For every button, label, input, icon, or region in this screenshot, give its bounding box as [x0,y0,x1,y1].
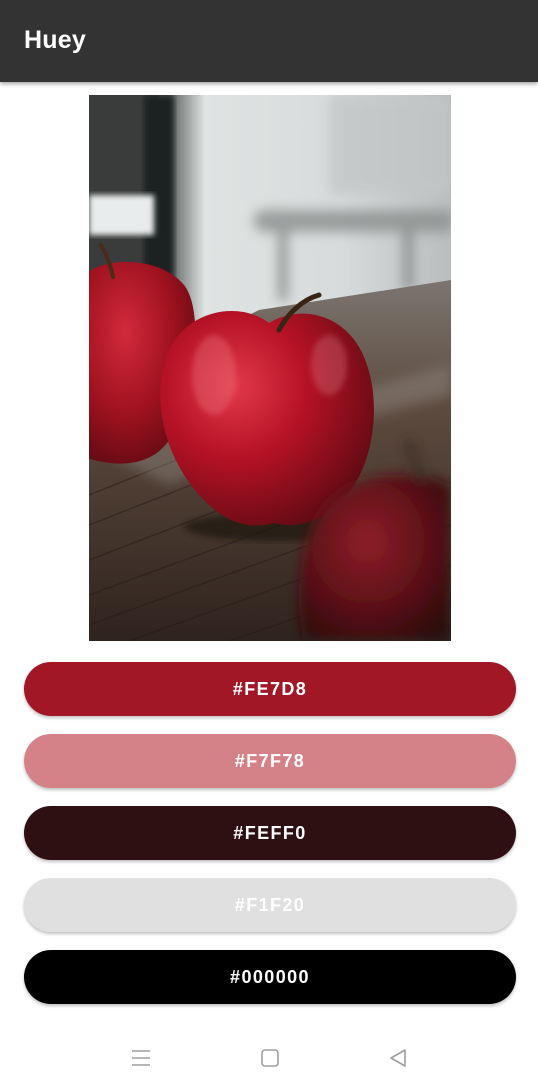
palette-swatch-3[interactable]: #FEFF0 [24,806,516,860]
app-title: Huey [24,26,86,54]
palette-swatch-5[interactable]: #000000 [24,950,516,1004]
menu-icon[interactable] [128,1045,154,1071]
app-bar: Huey [0,0,538,82]
system-nav-bar [0,1025,538,1091]
palette-swatch-1[interactable]: #FE7D8 [24,662,516,716]
home-icon[interactable] [257,1045,283,1071]
apple-photo [89,95,451,641]
palette-swatch-2[interactable]: #F7F78 [24,734,516,788]
back-icon[interactable] [385,1045,411,1071]
palette-swatch-4[interactable]: #F1F20 [24,878,516,932]
